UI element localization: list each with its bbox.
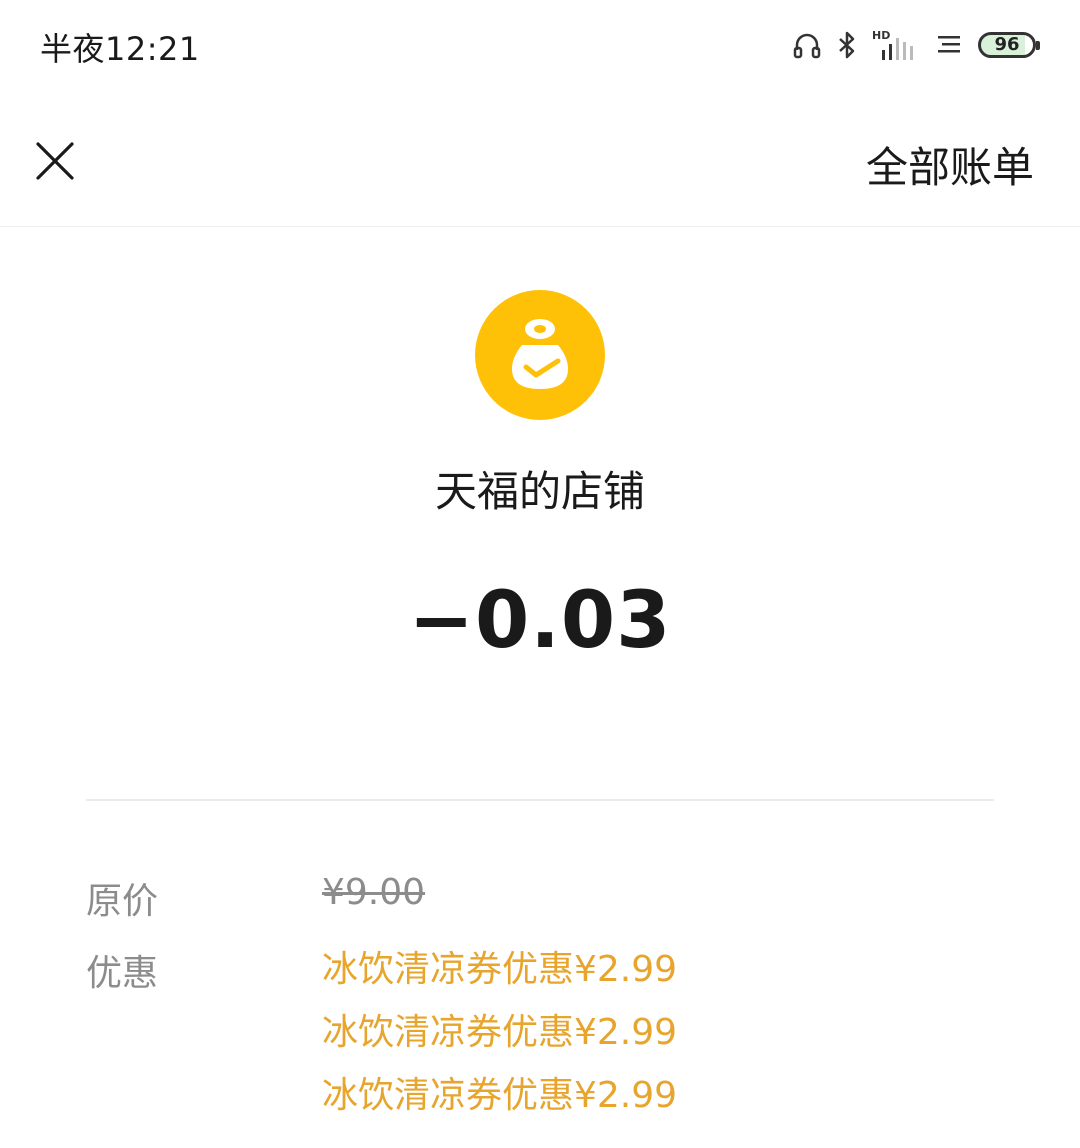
status-bar: 半夜12:21 HD 96 <box>0 0 1080 92</box>
discount-list: 冰饮清凉券优惠¥2.99 冰饮清凉券优惠¥2.99 冰饮清凉券优惠¥2.99 <box>322 938 677 1127</box>
close-icon <box>35 141 75 185</box>
discount-item: 冰饮清凉券优惠¥2.99 <box>322 1075 678 1116</box>
discount-item: 冰饮清凉券优惠¥2.99 <box>322 1012 678 1053</box>
status-icons: HD 96 <box>792 22 1040 68</box>
original-price-value: ¥9.00 <box>322 872 426 913</box>
original-price-label: 原价 <box>86 881 159 922</box>
notification-icon <box>934 30 964 60</box>
battery-level: 96 <box>994 34 1020 55</box>
discount-label: 优惠 <box>86 953 159 994</box>
bluetooth-icon <box>836 30 858 60</box>
money-bag-check-icon <box>475 290 605 420</box>
merchant-header: 天福的店铺 <box>0 290 1080 519</box>
divider <box>86 799 994 801</box>
nav-bar: 全部账单 <box>0 100 1080 227</box>
discount-item: 冰饮清凉券优惠¥2.99 <box>322 949 678 990</box>
hd-signal-icon: HD <box>872 28 920 62</box>
close-button[interactable] <box>28 136 82 190</box>
headphones-icon <box>792 30 822 60</box>
svg-text:HD: HD <box>872 29 890 42</box>
status-time: 半夜12:21 <box>40 30 200 68</box>
transaction-amount: −0.03 <box>408 576 672 666</box>
all-bills-link[interactable]: 全部账单 <box>866 134 1034 195</box>
merchant-name: 天福的店铺 <box>434 467 645 516</box>
battery-icon: 96 <box>978 32 1040 58</box>
